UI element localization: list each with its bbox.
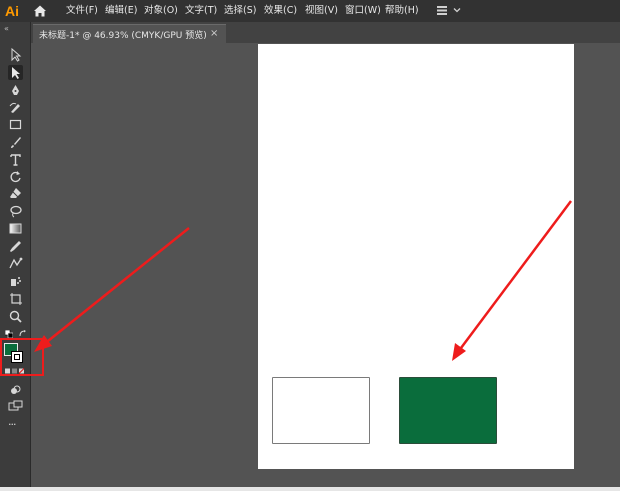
menu-effect[interactable]: 效果(C) [264,4,297,18]
home-icon[interactable] [33,4,47,18]
screen-mode-tool[interactable] [8,399,23,414]
eyedropper-icon [10,241,21,252]
selection-arrow-icon [11,47,22,62]
gradient-icon [9,223,22,234]
type-icon [10,154,21,166]
symbol-sprayer-tool[interactable] [8,274,23,289]
document-tab[interactable]: 未标题-1* @ 46.93% (CMYK/GPU 预览) × [33,24,226,44]
white-rectangle[interactable] [272,377,370,444]
menu-object[interactable]: 对象(O) [144,4,178,18]
zoom-icon [9,310,22,323]
rotate-icon [10,171,21,183]
lasso-icon [10,205,22,218]
menu-view[interactable]: 视图(V) [305,4,338,18]
paintbrush-icon [11,137,21,148]
swap-colors-icon[interactable] [19,330,27,338]
chevron-down-icon[interactable] [453,6,461,14]
lasso-tool[interactable] [8,204,23,219]
menu-edit[interactable]: 编辑(E) [105,4,137,18]
pen-icon [12,85,19,95]
direct-selection-tool[interactable] [8,65,23,80]
green-rectangle[interactable] [399,377,497,444]
default-colors-icon[interactable] [5,330,13,338]
menu-file[interactable]: 文件(F) [66,4,98,18]
menu-type[interactable]: 文字(T) [185,4,217,18]
blend-icon [9,257,23,269]
more-tools-icon[interactable]: ··· [8,418,16,431]
arrow-to-fill-swatch [34,227,190,352]
eraser-tool[interactable] [8,186,23,201]
rotate-tool[interactable] [8,169,23,184]
artboard-icon [10,293,22,305]
app-logo: Ai [5,3,19,19]
screen-mode-icon [8,400,23,411]
close-icon[interactable]: × [210,28,218,40]
rectangle-tool[interactable] [8,117,23,132]
document-tab-title: 未标题-1* @ 46.93% (CMYK/GPU 预览) [39,31,207,41]
blend-tool[interactable] [8,256,23,271]
direct-selection-arrow-icon [12,67,20,79]
pen-tool[interactable] [8,83,23,98]
menu-help[interactable]: 帮助(H) [385,4,419,18]
paintbrush-tool[interactable] [8,135,23,150]
status-bar [0,487,620,491]
menu-select[interactable]: 选择(S) [224,4,256,18]
rectangle-icon [9,119,22,130]
symbol-sprayer-icon [11,277,21,286]
draw-mode-tool[interactable] [8,383,23,398]
eraser-icon [10,188,21,198]
workspace-icon[interactable] [437,6,447,15]
zoom-tool[interactable] [8,309,23,324]
selection-tool[interactable] [8,47,23,62]
menu-bar: Ai 文件(F) 编辑(E) 对象(O) 文字(T) 选择(S) 效果(C) 视… [0,0,620,22]
draw-mode-icon [11,385,21,394]
annotation-highlight-box [0,338,44,376]
collapse-panel-icon[interactable]: « [4,24,9,33]
curvature-tool[interactable] [8,100,23,115]
type-tool[interactable] [8,152,23,167]
document-tab-bar: 未标题-1* @ 46.93% (CMYK/GPU 预览) × [30,22,620,44]
menu-window[interactable]: 窗口(W) [345,4,381,18]
artboard-tool[interactable] [8,291,23,306]
curvature-pen-icon [9,102,20,113]
eyedropper-tool[interactable] [8,239,23,254]
gradient-tool[interactable] [8,221,23,236]
